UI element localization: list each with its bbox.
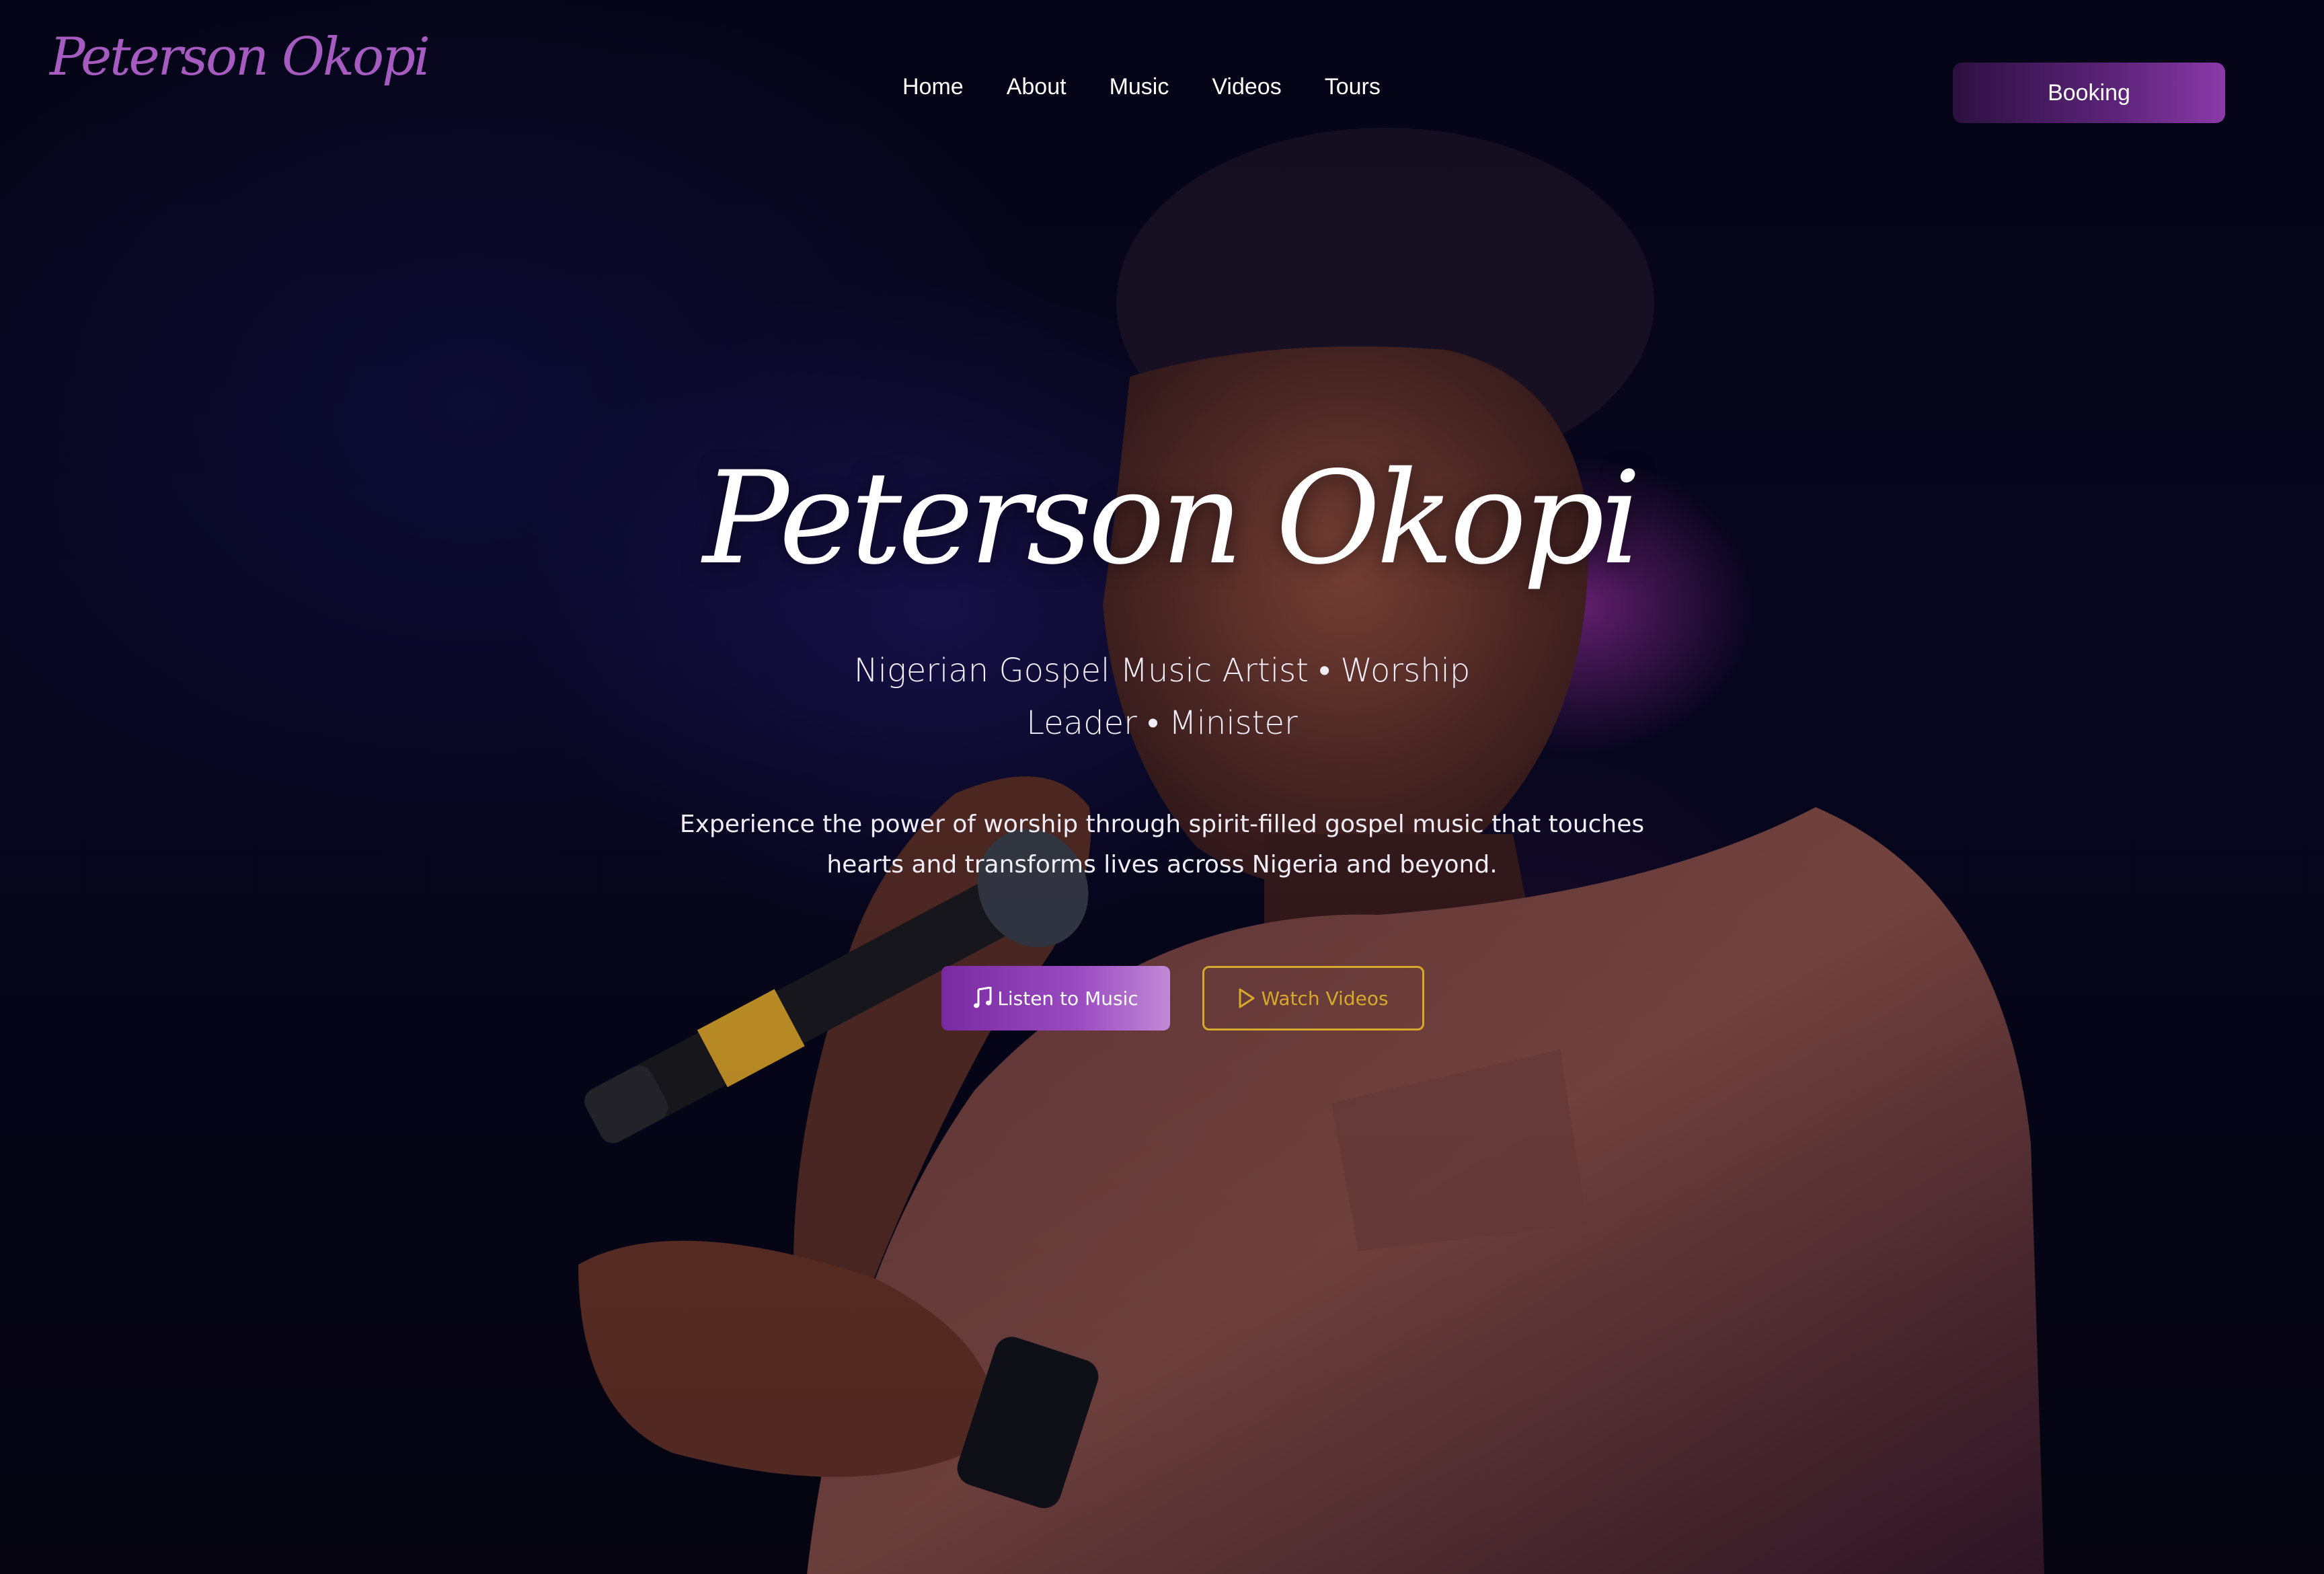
listen-to-music-label: Listen to Music	[997, 987, 1138, 1010]
nav-music[interactable]: Music	[1110, 74, 1169, 100]
hero-title: Peterson Okopi	[703, 444, 1641, 593]
watch-videos-button[interactable]: Watch Videos	[1202, 966, 1424, 1030]
hero-cta-row: Listen to Music Watch Videos	[941, 966, 1424, 1030]
hero-subtitle: Nigerian Gospel Music Artist • Worship L…	[853, 652, 1471, 742]
main-nav: Home About Music Videos Tours	[902, 74, 1381, 100]
nav-home[interactable]: Home	[902, 74, 964, 100]
nav-tours[interactable]: Tours	[1325, 74, 1381, 100]
hero-description: Experience the power of worship through …	[679, 811, 1645, 878]
nav-videos[interactable]: Videos	[1212, 74, 1281, 100]
listen-to-music-button[interactable]: Listen to Music	[941, 966, 1170, 1030]
hero-overlay	[0, 0, 2324, 1574]
play-icon	[1238, 987, 1255, 1009]
site-logo[interactable]: Peterson Okopi	[50, 27, 430, 87]
music-note-icon	[973, 987, 993, 1010]
nav-about[interactable]: About	[1007, 74, 1067, 100]
booking-button[interactable]: Booking	[1953, 63, 2225, 123]
watch-videos-label: Watch Videos	[1261, 987, 1389, 1010]
site-header: Peterson Okopi Home About Music Videos T…	[0, 0, 2324, 188]
